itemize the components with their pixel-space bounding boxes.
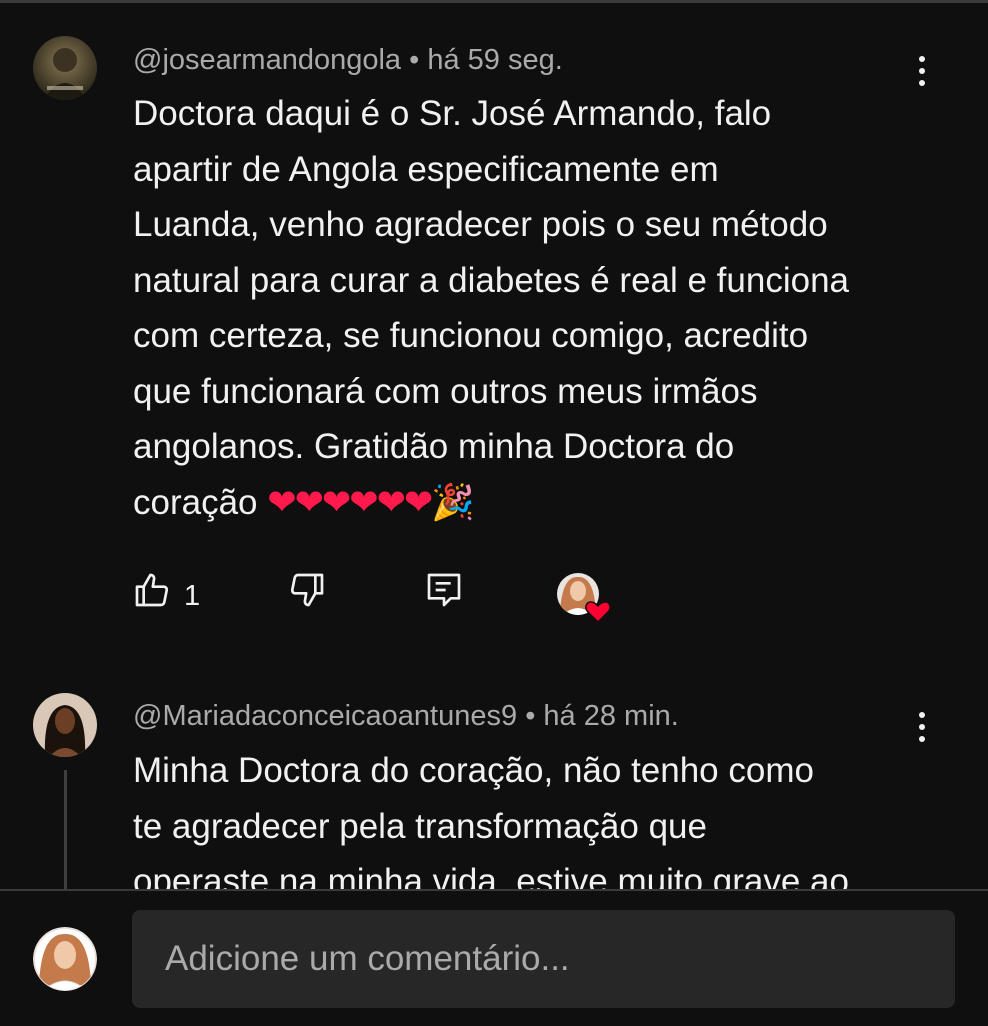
comment-line: apartir de Angola especificamente em bbox=[133, 149, 719, 189]
avatar[interactable] bbox=[33, 927, 97, 991]
creator-heart-icon bbox=[557, 573, 611, 624]
comment-line: que funcionará com outros meus irmãos bbox=[133, 371, 758, 411]
reply-button[interactable] bbox=[424, 570, 464, 615]
comment-line: com certeza, se funcionou comigo, acredi… bbox=[133, 316, 809, 355]
party-emoji: 🎉 bbox=[431, 482, 475, 522]
like-count: 1 bbox=[184, 580, 201, 612]
comment-line: coração ❤❤❤❤❤❤🎉 bbox=[133, 475, 849, 531]
comments-list: @josearmandongola • há 59 seg. Doctora d… bbox=[0, 0, 988, 889]
more-vert-icon[interactable] bbox=[910, 708, 934, 748]
dislike-button[interactable] bbox=[287, 570, 327, 615]
comment-line: Luanda, venho agradecer pois o seu métod… bbox=[133, 205, 828, 244]
more-vert-icon[interactable] bbox=[910, 52, 934, 92]
timestamp[interactable]: há 59 seg. bbox=[427, 44, 562, 76]
creator-heart[interactable] bbox=[556, 572, 616, 629]
like-icon bbox=[135, 573, 169, 607]
comment-meta: @Mariadaconceicaoantunes9 • há 28 min. bbox=[133, 700, 679, 733]
comment-line: angolanos. Gratidão minha Doctora do bbox=[133, 427, 735, 466]
meta-separator: • bbox=[525, 700, 536, 732]
author-name[interactable]: @Mariadaconceicaoantunes9 bbox=[133, 700, 517, 732]
avatar[interactable] bbox=[33, 36, 97, 100]
reply-icon bbox=[427, 573, 461, 607]
dislike-icon bbox=[290, 573, 324, 607]
comment-text: Doctora daqui é o Sr. José Armando, falo… bbox=[133, 86, 849, 530]
comment-last-word: coração bbox=[133, 482, 258, 522]
comment-line: Minha Doctora do coração, não tenho como bbox=[133, 751, 814, 790]
meta-separator: • bbox=[409, 44, 420, 76]
comment-composer: Adicione um comentário... bbox=[0, 889, 988, 1026]
comment-text: Minha Doctora do coração, não tenho como… bbox=[133, 743, 849, 889]
comment-meta: @josearmandongola • há 59 seg. bbox=[133, 44, 563, 77]
comment-line: te agradecer pela transformação que bbox=[133, 806, 707, 846]
comment-line: operaste na minha vida, estive muito gra… bbox=[133, 862, 849, 889]
thread-line bbox=[64, 770, 67, 889]
comment-line: Doctora daqui é o Sr. José Armando, falo bbox=[133, 94, 772, 133]
hearts-emoji: ❤❤❤❤❤❤ bbox=[267, 482, 433, 522]
author-name[interactable]: @josearmandongola bbox=[133, 44, 401, 76]
avatar[interactable] bbox=[33, 693, 97, 757]
like-button[interactable] bbox=[132, 570, 172, 615]
timestamp[interactable]: há 28 min. bbox=[543, 700, 678, 732]
comment-input[interactable]: Adicione um comentário... bbox=[132, 910, 955, 1008]
comment-line: natural para curar a diabetes é real e f… bbox=[133, 260, 850, 300]
